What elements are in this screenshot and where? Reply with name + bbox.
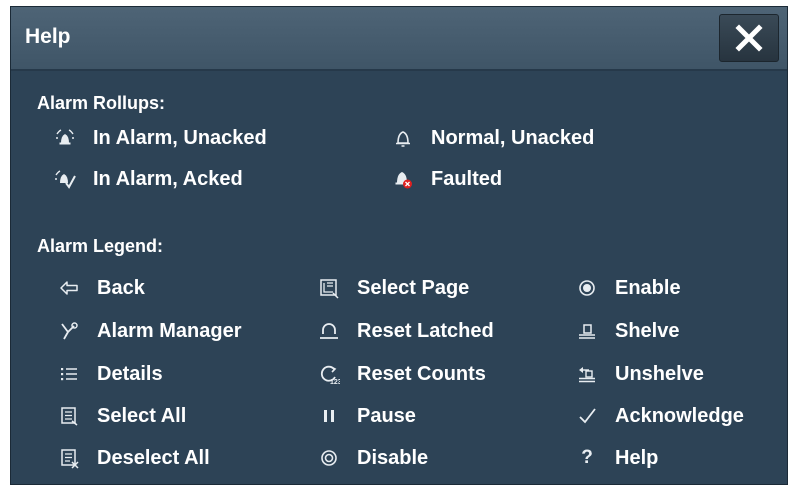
legend-label: Shelve bbox=[615, 319, 680, 342]
alarm-rollups-heading: Alarm Rollups: bbox=[37, 93, 166, 113]
legend-enable: Enable bbox=[573, 274, 681, 302]
legend-details: Details bbox=[55, 360, 163, 388]
legend-select-page: Select Page bbox=[315, 274, 469, 302]
back-arrow-icon bbox=[55, 274, 83, 302]
checkmark-icon bbox=[573, 402, 601, 430]
alarm-legend-heading: Alarm Legend: bbox=[37, 236, 164, 256]
select-all-icon bbox=[55, 402, 83, 430]
legend-alarm-manager: Alarm Manager bbox=[55, 317, 242, 345]
close-x-icon bbox=[735, 24, 763, 52]
rollup-normal-unacked: Normal, Unacked bbox=[389, 124, 594, 152]
details-list-icon bbox=[55, 360, 83, 388]
select-page-icon bbox=[315, 274, 343, 302]
rollup-faulted: Faulted bbox=[389, 165, 502, 193]
legend-label: Details bbox=[97, 362, 163, 385]
legend-label: Alarm Manager bbox=[97, 319, 242, 342]
alarm-bell-ringing-icon bbox=[51, 124, 79, 152]
unshelve-icon bbox=[573, 360, 601, 388]
legend-label: Reset Counts bbox=[357, 362, 486, 385]
legend-deselect-all: Deselect All bbox=[55, 444, 210, 472]
dialog-titlebar: Help bbox=[11, 7, 787, 71]
legend-label: Acknowledge bbox=[615, 404, 744, 427]
rollup-in-alarm-unacked: In Alarm, Unacked bbox=[51, 124, 267, 152]
legend-help: ? Help bbox=[573, 444, 658, 472]
help-dialog: Help Alarm Rollups: In Alarm, Unacked No… bbox=[10, 6, 788, 485]
legend-label: Back bbox=[97, 276, 145, 299]
rollup-label: Faulted bbox=[431, 167, 503, 190]
legend-acknowledge: Acknowledge bbox=[573, 402, 744, 430]
enable-icon bbox=[573, 274, 601, 302]
alarm-bell-acked-icon bbox=[51, 165, 79, 193]
legend-label: Reset Latched bbox=[357, 319, 494, 342]
legend-label: Select All bbox=[97, 404, 187, 427]
close-button[interactable] bbox=[719, 14, 779, 62]
legend-unshelve: Unshelve bbox=[573, 360, 704, 388]
svg-text:123: 123 bbox=[330, 379, 340, 385]
legend-disable: Disable bbox=[315, 444, 428, 472]
pause-icon bbox=[315, 402, 343, 430]
rollup-in-alarm-acked: In Alarm, Acked bbox=[51, 165, 243, 193]
alarm-manager-icon bbox=[55, 317, 83, 345]
legend-pause: Pause bbox=[315, 402, 416, 430]
reset-counts-icon: 123 bbox=[315, 360, 343, 388]
disable-icon bbox=[315, 444, 343, 472]
legend-back: Back bbox=[55, 274, 145, 302]
legend-select-all: Select All bbox=[55, 402, 186, 430]
dialog-title: Help bbox=[25, 25, 71, 48]
legend-label: Pause bbox=[357, 404, 416, 427]
rollup-label: Normal, Unacked bbox=[431, 126, 595, 149]
legend-label: Enable bbox=[615, 276, 681, 299]
legend-reset-latched: Reset Latched bbox=[315, 317, 494, 345]
help-icon: ? bbox=[581, 447, 593, 468]
deselect-all-icon bbox=[55, 444, 83, 472]
legend-label: Disable bbox=[357, 446, 429, 469]
bell-outline-icon bbox=[389, 124, 417, 152]
reset-latched-icon bbox=[315, 317, 343, 345]
legend-label: Select Page bbox=[357, 276, 470, 299]
shelve-icon bbox=[573, 317, 601, 345]
bell-faulted-icon bbox=[389, 165, 417, 193]
legend-reset-counts: 123 Reset Counts bbox=[315, 360, 486, 388]
rollup-label: In Alarm, Acked bbox=[93, 167, 243, 190]
legend-label: Deselect All bbox=[97, 446, 210, 469]
rollup-label: In Alarm, Unacked bbox=[93, 126, 267, 149]
legend-shelve: Shelve bbox=[573, 317, 679, 345]
legend-label: Unshelve bbox=[615, 362, 704, 385]
legend-label: Help bbox=[615, 446, 659, 469]
